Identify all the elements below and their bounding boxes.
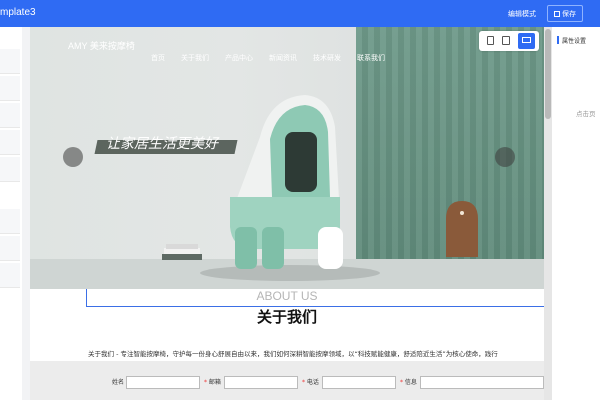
- edit-mode-button[interactable]: 编辑模式: [508, 9, 536, 19]
- form-label-phone: * 电话: [302, 379, 319, 386]
- desktop-icon[interactable]: [518, 33, 535, 49]
- canvas-scrollbar[interactable]: [544, 27, 552, 400]
- page-canvas: AMY 美来按摩椅 首页 关于我们 产品中心 新闻资讯 技术研发 联系我们 让家…: [30, 27, 544, 400]
- device-switcher: [479, 31, 539, 51]
- message-input[interactable]: [420, 376, 544, 389]
- nav-item-home[interactable]: 首页: [151, 53, 165, 63]
- properties-panel: 属性设置 点击页: [552, 27, 600, 400]
- hero-banner[interactable]: AMY 美来按摩椅 首页 关于我们 产品中心 新闻资讯 技术研发 联系我们 让家…: [30, 27, 544, 289]
- form-label-message: * 信息: [400, 379, 417, 386]
- save-icon: [554, 11, 560, 17]
- save-button-label: 保存: [562, 10, 576, 18]
- about-title-cn: 关于我们: [256, 308, 317, 326]
- nav-item-products[interactable]: 产品中心: [225, 53, 253, 63]
- carousel-next-arrow[interactable]: [495, 147, 515, 167]
- phone-input[interactable]: [322, 376, 396, 389]
- tablet-icon[interactable]: [502, 36, 510, 45]
- carousel-prev-arrow[interactable]: [63, 147, 83, 167]
- site-logo[interactable]: AMY 美来按摩椅: [68, 39, 135, 52]
- nav-item-news[interactable]: 新闻资讯: [269, 53, 297, 63]
- hero-slogan: 让家居生活更美好: [106, 136, 218, 152]
- nav-item-rd[interactable]: 技术研发: [313, 53, 341, 63]
- component-item[interactable]: [0, 103, 20, 128]
- component-item[interactable]: [0, 49, 20, 74]
- about-title-en: ABOUT US: [256, 289, 318, 303]
- name-input[interactable]: [126, 376, 200, 389]
- form-label-name: 姓名: [112, 379, 125, 386]
- about-paragraph: 关于我们 - 专注智能按摩椅，守护每一份身心舒展自由以来，我们如何深耕智能按摩领…: [88, 350, 498, 358]
- properties-hint: 点击页: [576, 110, 596, 118]
- component-item[interactable]: [0, 209, 20, 234]
- nav-item-contact[interactable]: 联系我们: [357, 53, 385, 63]
- mobile-icon[interactable]: [487, 36, 494, 45]
- component-item[interactable]: [0, 130, 20, 155]
- component-panel: [0, 27, 22, 400]
- site-nav: 首页 关于我们 产品中心 新闻资讯 技术研发 联系我们: [151, 53, 401, 63]
- panel-title-accent: [557, 36, 559, 44]
- nav-item-about[interactable]: 关于我们: [181, 53, 209, 63]
- component-item[interactable]: [0, 263, 20, 288]
- app-title: mplate3: [0, 7, 36, 18]
- properties-title: 属性设置: [562, 38, 587, 45]
- top-toolbar: mplate3 编辑模式 保存: [0, 0, 600, 27]
- form-label-email: * 邮箱: [204, 379, 221, 386]
- component-item[interactable]: [0, 157, 20, 182]
- component-item[interactable]: [0, 76, 20, 101]
- magazine-stack-image: [162, 244, 202, 260]
- massage-chair-image: [200, 95, 380, 281]
- side-table-image: [446, 201, 478, 257]
- email-input[interactable]: [224, 376, 298, 389]
- component-item[interactable]: [0, 236, 20, 261]
- save-button[interactable]: 保存: [547, 5, 583, 22]
- scrollbar-thumb[interactable]: [545, 29, 551, 119]
